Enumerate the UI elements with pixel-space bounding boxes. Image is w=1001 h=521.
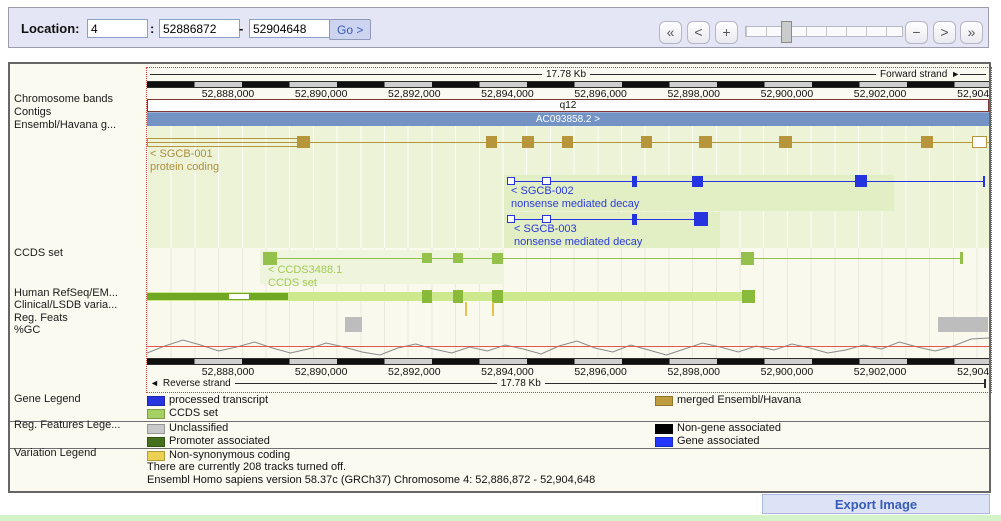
- track-label--gc: %GC: [14, 324, 40, 336]
- page: Location: : - Go > « < + − > » 17.78 Kb …: [0, 0, 1001, 521]
- exon-box[interactable]: [641, 136, 652, 148]
- variation-tick[interactable]: [465, 302, 467, 316]
- exon-box[interactable]: [983, 176, 985, 187]
- exon-box[interactable]: [921, 136, 933, 148]
- exon-box[interactable]: [699, 136, 712, 148]
- exon-box[interactable]: [297, 136, 310, 148]
- end-input[interactable]: [249, 19, 330, 38]
- zoom-out-button[interactable]: −: [905, 21, 928, 44]
- page-bottom-stripe: [0, 515, 1001, 521]
- exon-box[interactable]: [855, 175, 867, 187]
- location-dash: -: [239, 21, 243, 36]
- legend-swatch-unclassified: [147, 424, 165, 434]
- exon-box-open[interactable]: [542, 177, 551, 185]
- track-label-human-refseq-em-: Human RefSeq/EM...: [14, 287, 118, 299]
- track-label-ccds-set: CCDS set: [14, 247, 63, 259]
- refseq-dark-bar: [147, 293, 288, 300]
- track-label-reg-feats: Reg. Feats: [14, 312, 68, 324]
- exon-box[interactable]: [522, 136, 534, 148]
- legend-label: Non-gene associated: [677, 422, 781, 434]
- start-input[interactable]: [159, 19, 240, 38]
- regulatory-feature-box[interactable]: [938, 317, 988, 332]
- legend-swatch-ccds-set: [147, 409, 165, 419]
- exon-box[interactable]: [492, 253, 503, 264]
- track-label-variation-legend: Variation Legend: [14, 447, 96, 459]
- location-label: Location:: [21, 21, 80, 36]
- export-image-button[interactable]: Export Image: [762, 494, 990, 514]
- legend-swatch-non-gene-associated: [655, 424, 673, 434]
- transcript-label[interactable]: < CCDS3488.1: [268, 264, 342, 276]
- pan-right-button[interactable]: >: [933, 21, 956, 44]
- exon-box-open[interactable]: [507, 177, 515, 185]
- pan-far-left-button[interactable]: «: [659, 21, 682, 44]
- track-label-contigs: Contigs: [14, 106, 51, 118]
- transcript-biotype-label: CCDS set: [268, 277, 317, 289]
- tracks-off-note: There are currently 208 tracks turned of…: [147, 461, 346, 473]
- exon-box[interactable]: [632, 214, 637, 225]
- transcript-label[interactable]: < SGCB-002: [511, 185, 574, 197]
- exon-box[interactable]: [741, 252, 754, 265]
- version-note: Ensembl Homo sapiens version 58.37c (GRC…: [147, 474, 595, 486]
- legend-label: Non-synonymous coding: [169, 449, 290, 461]
- zoom-in-button[interactable]: +: [715, 21, 738, 44]
- track-label-chromosome-bands: Chromosome bands: [14, 93, 113, 105]
- legend-swatch-non-synonymous-coding: [147, 451, 165, 461]
- transcript-line: [508, 181, 985, 182]
- legend-label: Unclassified: [169, 422, 228, 434]
- regulatory-feature-box[interactable]: [345, 317, 362, 332]
- exon-box-open[interactable]: [507, 215, 515, 223]
- legend-swatch-gene-associated: [655, 437, 673, 447]
- refseq-exon-box[interactable]: [453, 290, 463, 303]
- transcript-line: [265, 258, 962, 259]
- location-colon: :: [150, 21, 154, 36]
- transcript-biotype-label: nonsense mediated decay: [511, 198, 639, 210]
- exon-box[interactable]: [422, 253, 432, 263]
- variation-tick[interactable]: [492, 302, 494, 316]
- transcript-biotype-label: protein coding: [150, 161, 219, 173]
- exon-box[interactable]: [562, 136, 573, 148]
- zoom-slider-track[interactable]: [745, 26, 903, 37]
- utr-rect[interactable]: [147, 138, 300, 147]
- legend-label: Promoter associated: [169, 435, 270, 447]
- refseq-exon-box[interactable]: [422, 290, 432, 303]
- track-label-clinical-lsdb-varia-: Clinical/LSDB varia...: [14, 299, 117, 311]
- exon-box-open[interactable]: [542, 215, 551, 223]
- chromosome-input[interactable]: [87, 19, 148, 38]
- track-label-reg-features-lege-: Reg. Features Lege...: [14, 419, 120, 431]
- legend-label: merged Ensembl/Havana: [677, 394, 801, 406]
- legend-label: processed transcript: [169, 394, 268, 406]
- exon-box[interactable]: [486, 136, 497, 148]
- location-toolbar: Location: : - Go > « < + − > »: [8, 7, 989, 48]
- transcript-biotype-label: nonsense mediated decay: [514, 236, 642, 248]
- transcript-line: [508, 219, 707, 220]
- pan-far-right-button[interactable]: »: [960, 21, 983, 44]
- transcript-label[interactable]: < SGCB-001: [150, 148, 213, 160]
- legend-separator: [10, 421, 989, 422]
- track-label-ensembl-havana-g-: Ensembl/Havana g...: [14, 119, 116, 131]
- exon-box[interactable]: [694, 212, 708, 226]
- legend-separator: [10, 448, 989, 449]
- exon-box[interactable]: [632, 176, 637, 187]
- legend-swatch-promoter-associated: [147, 437, 165, 447]
- legend-label: Gene associated: [677, 435, 760, 447]
- exon-box-open[interactable]: [972, 136, 987, 148]
- exon-box[interactable]: [779, 136, 792, 148]
- legend-swatch-processed-transcript: [147, 396, 165, 406]
- exon-box[interactable]: [453, 253, 463, 263]
- transcript-label[interactable]: < SGCB-003: [514, 223, 577, 235]
- pan-left-button[interactable]: <: [687, 21, 710, 44]
- legend-swatch-merged-ensembl-havana: [655, 396, 673, 406]
- zoom-slider-handle[interactable]: [781, 21, 792, 43]
- legend-label: CCDS set: [169, 407, 218, 419]
- track-label-gene-legend: Gene Legend: [14, 393, 81, 405]
- refseq-gap: [229, 294, 249, 299]
- refseq-exon-box[interactable]: [742, 290, 755, 303]
- exon-box[interactable]: [692, 176, 703, 187]
- exon-box[interactable]: [960, 252, 963, 264]
- go-button[interactable]: Go >: [329, 19, 371, 40]
